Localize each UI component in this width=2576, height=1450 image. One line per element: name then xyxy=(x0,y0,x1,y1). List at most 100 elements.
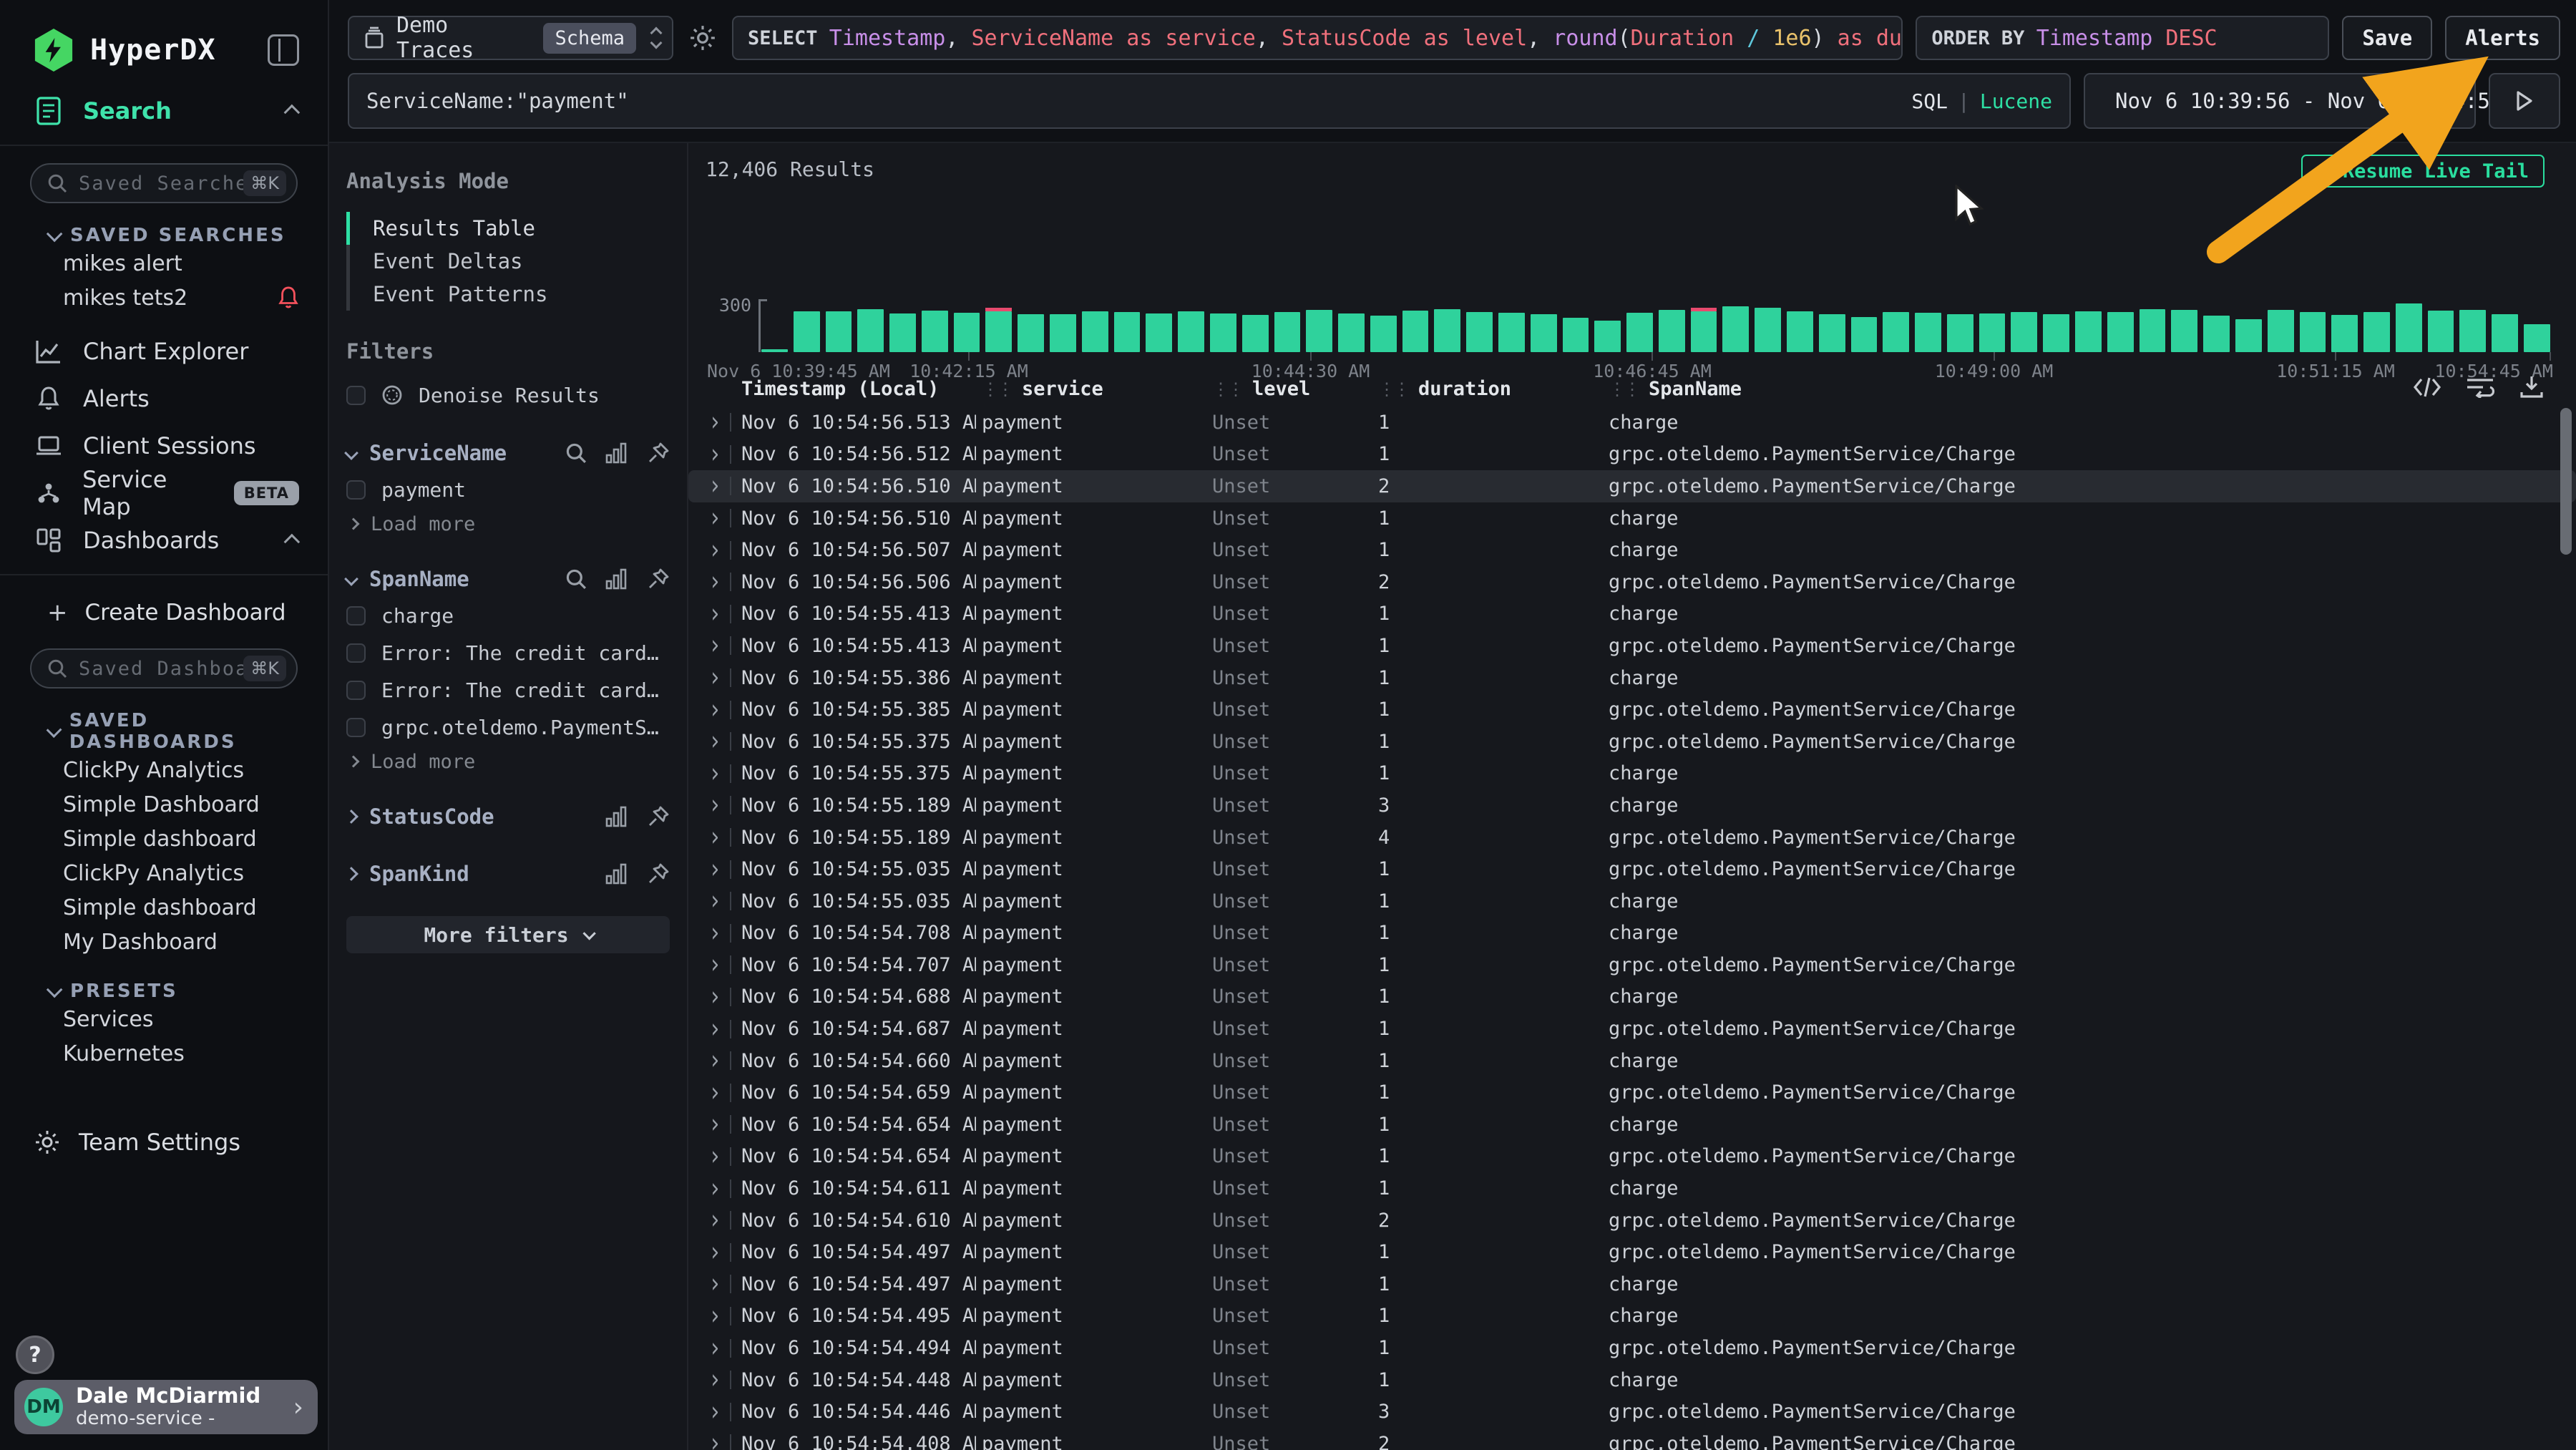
histogram-bar[interactable] xyxy=(1018,314,1044,352)
table-row[interactable]: ›Nov 6 10:54:54.495 AMpaymentUnset1charg… xyxy=(688,1300,2576,1333)
table-row[interactable]: ›Nov 6 10:54:56.507 AMpaymentUnset1charg… xyxy=(688,534,2576,566)
chart-icon[interactable] xyxy=(605,442,628,464)
table-row[interactable]: ›Nov 6 10:54:54.408 AMpaymentUnset2grpc.… xyxy=(688,1428,2576,1450)
sidebar-item-service-map[interactable]: Service Map BETA xyxy=(0,469,328,517)
saved-dashboard-item[interactable]: Simple Dashboard xyxy=(0,787,328,822)
sidebar-item-dashboards[interactable]: Dashboards xyxy=(0,517,328,564)
saved-dashboard-item[interactable]: Simple dashboard xyxy=(0,890,328,925)
row-expander[interactable]: › xyxy=(688,981,736,1013)
table-row[interactable]: ›Nov 6 10:54:55.035 AMpaymentUnset1grpc.… xyxy=(688,853,2576,885)
histogram-bar[interactable] xyxy=(1979,313,2006,352)
save-button[interactable]: Save xyxy=(2342,16,2432,60)
histogram-bar[interactable] xyxy=(1082,311,1108,352)
row-expander[interactable]: › xyxy=(688,789,736,822)
table-row[interactable]: ›Nov 6 10:54:56.513 AMpaymentUnset1charg… xyxy=(688,407,2576,439)
chevron-right-icon[interactable]: › xyxy=(708,983,721,1011)
chevron-right-icon[interactable]: › xyxy=(708,473,721,500)
table-row[interactable]: ›Nov 6 10:54:54.611 AMpaymentUnset1charg… xyxy=(688,1172,2576,1205)
row-expander[interactable]: › xyxy=(688,407,736,439)
column-header[interactable]: ⋮⋮duration xyxy=(1372,378,1603,400)
checkbox[interactable] xyxy=(346,606,366,626)
filter-checkbox-item[interactable]: Error: The credit card … xyxy=(346,634,670,671)
histogram-bar[interactable] xyxy=(2043,314,2069,352)
pin-icon[interactable] xyxy=(647,862,670,885)
chevron-right-icon[interactable]: › xyxy=(708,1431,721,1450)
chevron-right-icon[interactable]: › xyxy=(708,887,721,915)
table-row[interactable]: ›Nov 6 10:54:55.375 AMpaymentUnset1charg… xyxy=(688,758,2576,790)
table-row[interactable]: ›Nov 6 10:54:56.510 AMpaymentUnset2grpc.… xyxy=(688,470,2576,502)
alerts-button[interactable]: Alerts xyxy=(2445,16,2560,60)
histogram-bar[interactable] xyxy=(2235,319,2262,352)
histogram-bar[interactable] xyxy=(2268,310,2294,352)
chevron-right-icon[interactable]: › xyxy=(708,537,721,564)
filter-group-header[interactable]: StatusCode xyxy=(346,799,670,835)
analysis-mode-option[interactable]: Event Deltas xyxy=(346,245,670,278)
chevron-right-icon[interactable]: › xyxy=(708,1143,721,1170)
histogram-bar[interactable] xyxy=(2203,316,2230,352)
search-icon[interactable] xyxy=(565,442,587,464)
chevron-up-icon[interactable] xyxy=(284,534,301,550)
mode-lucene-toggle[interactable]: Lucene xyxy=(1980,89,2052,113)
row-expander[interactable]: › xyxy=(688,1332,736,1364)
checkbox[interactable] xyxy=(346,681,366,700)
table-row[interactable]: ›Nov 6 10:54:55.035 AMpaymentUnset1charg… xyxy=(688,885,2576,918)
analysis-mode-option[interactable]: Results Table xyxy=(346,212,670,245)
chevron-right-icon[interactable]: › xyxy=(708,505,721,532)
row-expander[interactable]: › xyxy=(688,1428,736,1450)
mode-sql-toggle[interactable]: SQL xyxy=(1911,89,1948,113)
chart-icon[interactable] xyxy=(605,863,628,885)
histogram-bar[interactable] xyxy=(1434,309,1460,352)
histogram-bar[interactable] xyxy=(889,313,916,352)
histogram-bar[interactable] xyxy=(1787,311,1813,352)
checkbox[interactable] xyxy=(346,643,366,663)
row-expander[interactable]: › xyxy=(688,566,736,598)
chevron-right-icon[interactable]: › xyxy=(708,633,721,660)
search-icon[interactable] xyxy=(565,568,587,590)
saved-dashboard-item[interactable]: My Dashboard xyxy=(0,925,328,959)
histogram-bar[interactable] xyxy=(2300,312,2326,352)
filter-group-header[interactable]: ServiceName xyxy=(346,435,670,471)
histogram-bar[interactable] xyxy=(1626,313,1653,352)
table-row[interactable]: ›Nov 6 10:54:54.654 AMpaymentUnset1charg… xyxy=(688,1109,2576,1141)
histogram-bar[interactable] xyxy=(1691,311,1717,352)
table-row[interactable]: ›Nov 6 10:54:54.654 AMpaymentUnset1grpc.… xyxy=(688,1141,2576,1173)
histogram-bar[interactable] xyxy=(1146,313,1172,352)
histogram-bar[interactable] xyxy=(1531,314,1557,352)
sidebar-item-search[interactable]: Search xyxy=(0,87,328,135)
filter-checkbox-item[interactable]: grpc.oteldemo.PaymentSe… xyxy=(346,709,670,746)
denoise-results-checkbox[interactable]: Denoise Results xyxy=(346,376,670,414)
histogram-bar[interactable] xyxy=(2171,310,2197,352)
pin-icon[interactable] xyxy=(647,442,670,464)
histogram-bar[interactable] xyxy=(1274,312,1301,352)
drag-handle-icon[interactable]: ⋮⋮ xyxy=(1212,379,1242,399)
table-row[interactable]: ›Nov 6 10:54:54.497 AMpaymentUnset1charg… xyxy=(688,1268,2576,1300)
histogram-bar[interactable] xyxy=(2075,311,2102,352)
sidebar-item-chart-explorer[interactable]: Chart Explorer xyxy=(0,328,328,375)
chevron-right-icon[interactable]: › xyxy=(708,1398,721,1426)
chevron-right-icon[interactable]: › xyxy=(708,600,721,628)
histogram-bar[interactable] xyxy=(1851,317,1878,352)
table-row[interactable]: ›Nov 6 10:54:54.687 AMpaymentUnset1grpc.… xyxy=(688,1013,2576,1045)
filter-checkbox-item[interactable]: Error: The credit card … xyxy=(346,671,670,709)
source-select[interactable]: Demo Traces Schema xyxy=(348,16,673,60)
chevron-right-icon[interactable]: › xyxy=(708,728,721,755)
chevron-right-icon[interactable]: › xyxy=(708,760,721,787)
histogram-bar[interactable] xyxy=(2011,312,2037,352)
row-expander[interactable]: › xyxy=(688,598,736,631)
saved-dashboards-search[interactable]: Saved Dashboards ⌘K xyxy=(30,648,298,688)
saved-search-item[interactable]: mikes alert xyxy=(0,246,328,281)
chevron-right-icon[interactable]: › xyxy=(708,1271,721,1298)
chevron-right-icon[interactable]: › xyxy=(708,696,721,724)
chevron-right-icon[interactable]: › xyxy=(708,952,721,979)
checkbox[interactable] xyxy=(346,718,366,737)
time-range-picker[interactable]: Nov 6 10:39:56 - Nov 6 10:54:56 xyxy=(2084,73,2476,129)
source-settings-button[interactable] xyxy=(686,16,719,60)
pin-icon[interactable] xyxy=(647,568,670,590)
histogram-bar[interactable] xyxy=(2363,312,2390,352)
row-expander[interactable]: › xyxy=(688,918,736,950)
histogram-bar[interactable] xyxy=(1210,313,1236,352)
table-row[interactable]: ›Nov 6 10:54:54.660 AMpaymentUnset1charg… xyxy=(688,1045,2576,1077)
table-row[interactable]: ›Nov 6 10:54:54.448 AMpaymentUnset1charg… xyxy=(688,1364,2576,1396)
chevron-right-icon[interactable]: › xyxy=(708,1303,721,1330)
row-expander[interactable]: › xyxy=(688,1300,736,1333)
